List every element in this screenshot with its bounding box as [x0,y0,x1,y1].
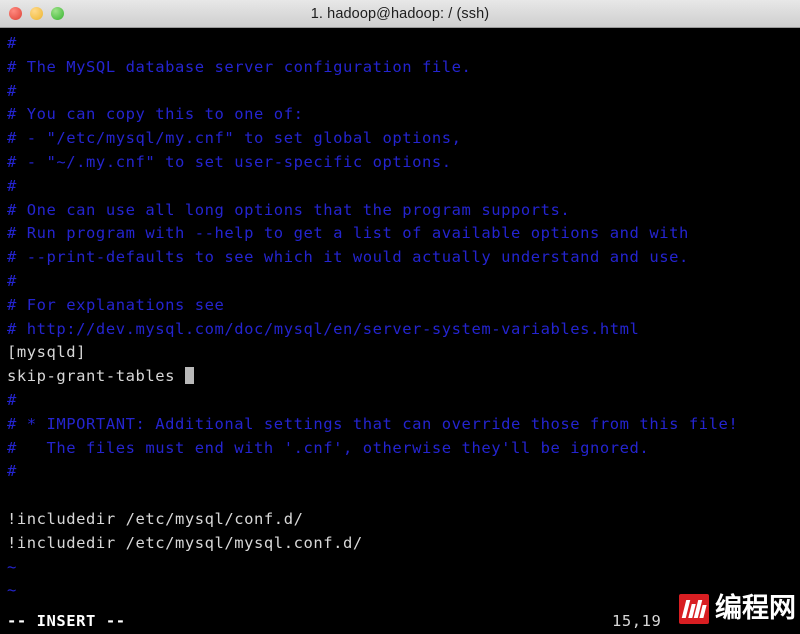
text-cursor [184,367,194,385]
cursor-position-indicator: 15,19 [612,612,662,630]
watermark-text: 编程网 [715,593,796,624]
terminal-line: # Run program with --help to get a list … [7,224,689,243]
terminal-line: # One can use all long options that the … [7,200,571,219]
terminal-line: [mysqld] [7,343,87,362]
terminal-line: # [7,390,17,409]
terminal-line: # - "/etc/mysql/my.cnf" to set global op… [7,129,462,148]
window-controls [9,0,64,27]
terminal-content[interactable]: # # The MySQL database server configurati… [0,28,800,634]
minimize-window-button[interactable] [30,7,43,20]
terminal-line: # [7,81,17,100]
terminal-line: # --print-defaults to see which it would… [7,248,689,267]
terminal-line: # [7,462,17,481]
terminal-line: # You can copy this to one of: [7,105,304,124]
terminal-line: skip-grant-tables [7,365,800,389]
terminal-line: !includedir /etc/mysql/mysql.conf.d/ [7,533,363,552]
terminal-line: # http://dev.mysql.com/doc/mysql/en/serv… [7,319,640,338]
watermark-logo-icon [679,594,709,624]
maximize-window-button[interactable] [51,7,64,20]
terminal-line: # [7,271,17,290]
window-title: 1. hadoop@hadoop: / (ssh) [310,5,490,22]
terminal-line: # The files must end with '.cnf', otherw… [7,438,650,457]
terminal-line: ~ [7,557,17,576]
vim-mode-indicator: -- INSERT -- [7,612,126,630]
vim-status-line: -- INSERT -- 15,19 编程网 [0,594,800,634]
terminal-line: # - "~/.my.cnf" to set user-specific opt… [7,152,452,171]
vim-text-buffer[interactable]: # # The MySQL database server configurati… [7,32,800,603]
terminal-line: # The MySQL database server configuratio… [7,57,472,76]
terminal-line: # [7,176,17,195]
window-titlebar[interactable]: 1. hadoop@hadoop: / (ssh) [0,0,800,28]
terminal-window: 1. hadoop@hadoop: / (ssh) # # The MySQL d… [0,0,800,634]
terminal-line: !includedir /etc/mysql/conf.d/ [7,509,304,528]
terminal-line: # For explanations see [7,295,225,314]
close-window-button[interactable] [9,7,22,20]
terminal-line: # [7,34,17,52]
terminal-line: # * IMPORTANT: Additional settings that … [7,414,739,433]
watermark: 编程网 [679,594,796,624]
terminal-line-text: skip-grant-tables [7,367,185,386]
